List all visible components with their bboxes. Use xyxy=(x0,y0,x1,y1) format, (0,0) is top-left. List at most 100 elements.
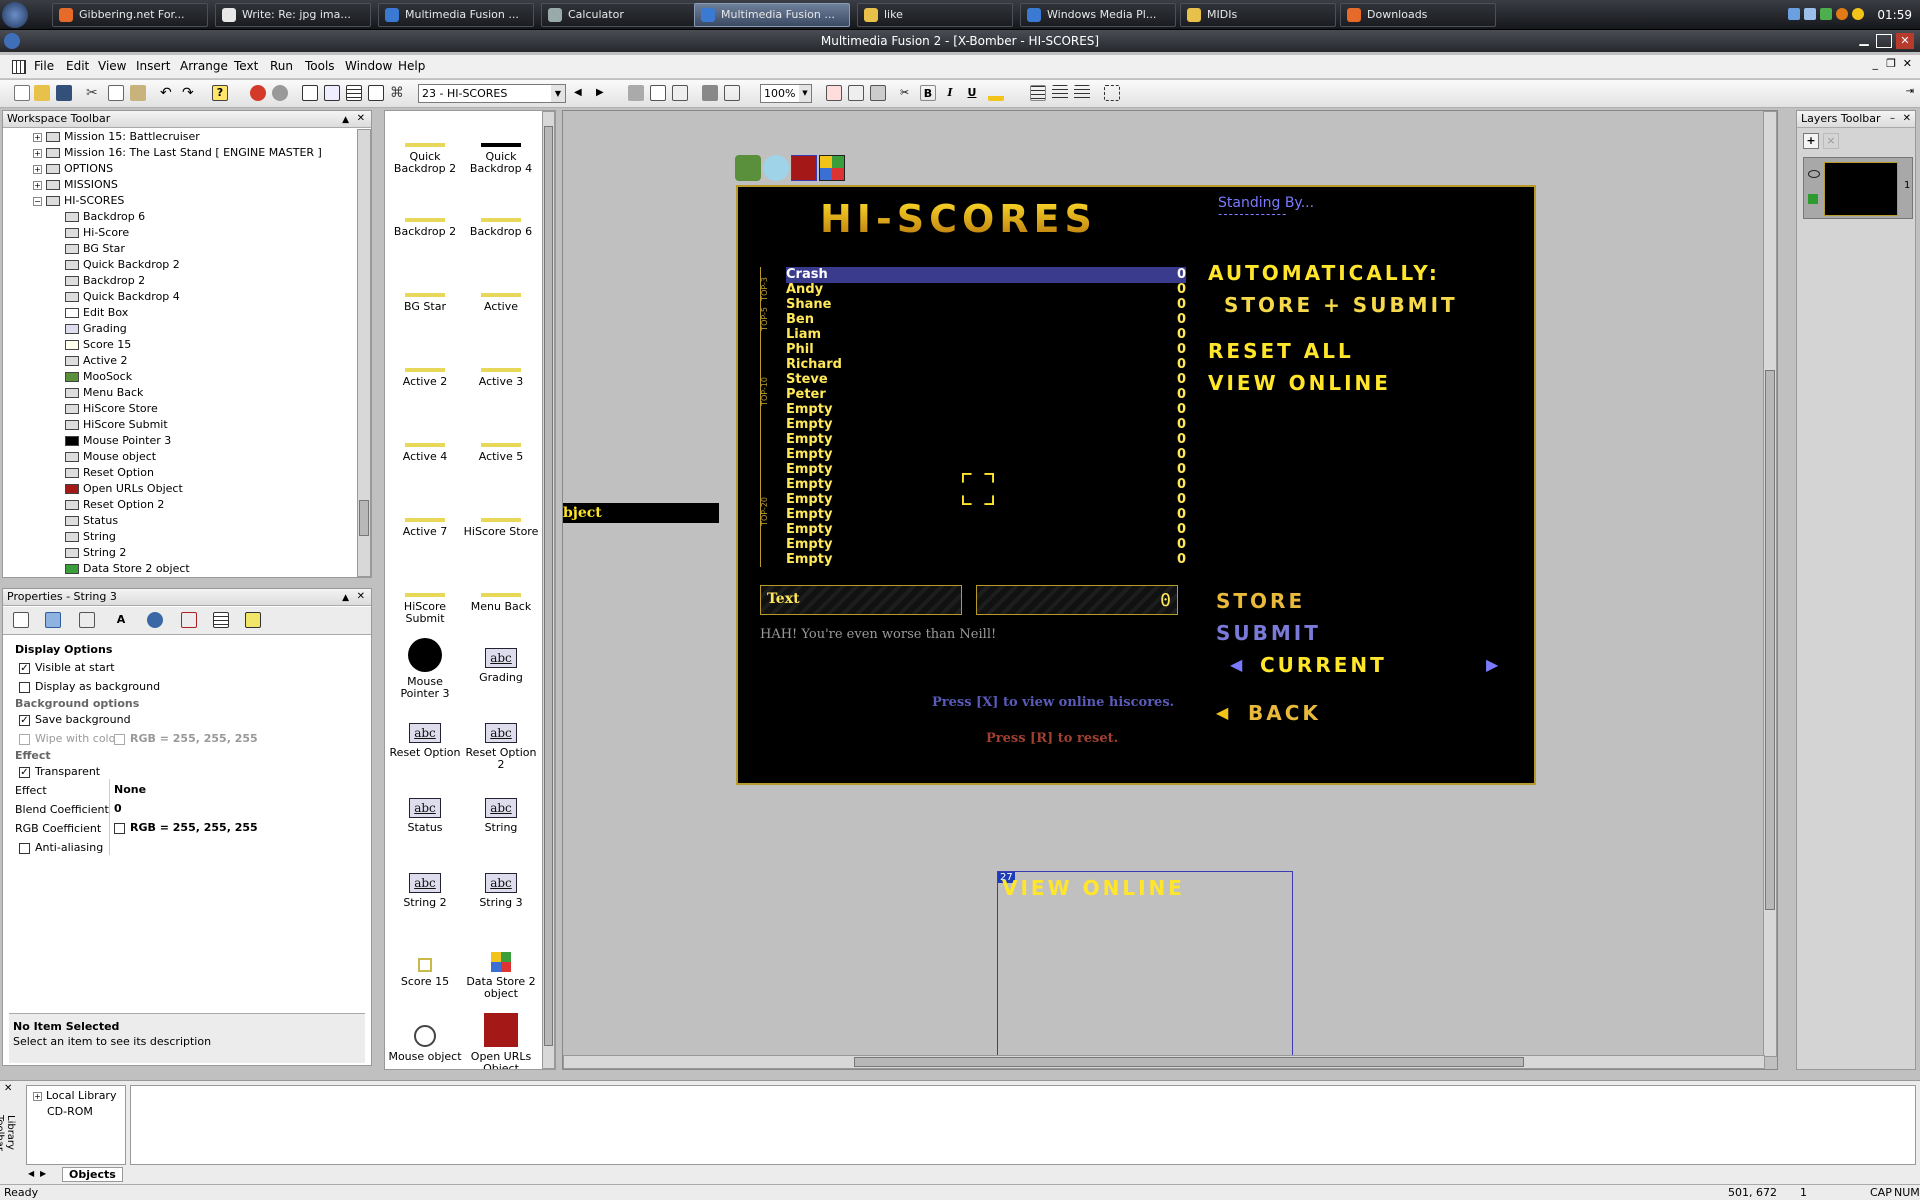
zoom-select[interactable]: 100% ▼ xyxy=(760,84,812,103)
tab-next-icon[interactable]: ▶ xyxy=(40,1169,46,1178)
store-button[interactable]: STORE xyxy=(1216,589,1305,613)
editor-vscroll[interactable] xyxy=(1763,111,1777,1057)
layout-icon[interactable] xyxy=(628,85,644,101)
name-edit-box[interactable]: Text xyxy=(760,585,962,615)
editor-hscroll[interactable] xyxy=(563,1055,1765,1069)
palette-object[interactable]: abc Reset Option xyxy=(387,713,463,759)
align-right-icon[interactable] xyxy=(1074,85,1090,101)
palette-object[interactable]: abc Grading xyxy=(463,638,539,684)
align-left-icon[interactable] xyxy=(1030,85,1046,101)
mouse-icon[interactable] xyxy=(763,155,789,181)
tree-object-item[interactable]: Quick Backdrop 4 xyxy=(65,289,180,305)
close-icon[interactable]: ✕ xyxy=(357,111,365,127)
new-icon[interactable] xyxy=(14,85,30,101)
palette-scrollbar[interactable] xyxy=(542,111,555,1069)
bold-icon[interactable]: B xyxy=(920,85,936,101)
tree-object-item[interactable]: Reset Option 2 xyxy=(65,497,164,513)
network-icon[interactable] xyxy=(1788,8,1800,20)
toolbar-overflow-icon[interactable]: ⇥ xyxy=(1906,86,1914,97)
palette-object[interactable]: Active 7 xyxy=(387,488,463,538)
tree-object-item[interactable]: Mouse Pointer 3 xyxy=(65,433,171,449)
app-icon[interactable] xyxy=(4,33,20,49)
mdi-close-icon[interactable]: ✕ xyxy=(1903,57,1912,70)
scroll-thumb[interactable] xyxy=(1765,370,1775,910)
copy-icon[interactable] xyxy=(108,85,124,101)
checkbox-checked-icon[interactable]: ✓ xyxy=(19,714,30,726)
tree-object-item[interactable]: Quick Backdrop 2 xyxy=(65,257,180,273)
pin-icon[interactable]: ▲ xyxy=(342,112,349,128)
taskbar-tab[interactable]: Calculator xyxy=(541,3,697,27)
paste-icon[interactable] xyxy=(130,85,146,101)
visible-at-start[interactable]: ✓ Visible at start xyxy=(19,661,115,674)
store-submit-option[interactable]: STORE + SUBMIT xyxy=(1224,293,1458,317)
palette-object[interactable]: Quick Backdrop 4 xyxy=(463,113,539,175)
app-tray-icon[interactable] xyxy=(1836,8,1848,20)
palette-object[interactable]: Mouse Pointer 3 xyxy=(387,638,463,700)
menu-text[interactable]: Text xyxy=(234,59,258,73)
add-layer-icon[interactable]: + xyxy=(1803,133,1819,149)
start-orb[interactable] xyxy=(2,2,28,28)
palette-object[interactable]: abc Reset Option 2 xyxy=(463,713,539,771)
expand-icon[interactable]: + xyxy=(33,148,42,158)
record-icon[interactable] xyxy=(272,85,288,101)
minimize-icon[interactable]: ▁ xyxy=(1856,33,1872,48)
events-tab-icon[interactable] xyxy=(213,612,229,628)
taskbar-tab[interactable]: MIDIs xyxy=(1180,3,1336,27)
taskbar-tab[interactable]: Multimedia Fusion ... xyxy=(694,3,850,27)
palette-object[interactable]: Score 15 xyxy=(387,938,463,988)
score-range-tab[interactable]: TOP-5 xyxy=(760,307,774,331)
tree-object-item[interactable]: Grading xyxy=(65,321,127,337)
wipe-with-color[interactable]: Wipe with colo xyxy=(19,732,115,745)
film-icon[interactable] xyxy=(724,85,740,101)
about-tab-icon[interactable] xyxy=(245,612,261,628)
cut-icon[interactable]: ✂ xyxy=(86,85,102,101)
close-icon[interactable]: ✕ xyxy=(1896,33,1914,49)
palette-object[interactable]: Active xyxy=(463,263,539,313)
fill-icon[interactable] xyxy=(702,85,718,101)
palette-object[interactable]: HiScore Store xyxy=(463,488,539,538)
display-tab-icon[interactable] xyxy=(45,612,61,628)
tree-object-item[interactable]: Open URLs Object xyxy=(65,481,183,497)
expand-icon[interactable]: + xyxy=(33,132,42,142)
palette-object[interactable]: abc String 3 xyxy=(463,863,539,909)
select-icon[interactable] xyxy=(672,85,688,101)
next-arrow-icon[interactable]: ▶ xyxy=(1486,655,1498,674)
frame-select[interactable]: 23 - HI-SCORES ▼ xyxy=(418,84,566,103)
menu-window[interactable]: Window xyxy=(345,59,392,73)
tree-object-item[interactable]: Backdrop 6 xyxy=(65,209,145,225)
mdi-restore-icon[interactable]: ❐ xyxy=(1886,57,1896,70)
data-store-icon[interactable] xyxy=(819,155,845,181)
palette-object[interactable]: Backdrop 6 xyxy=(463,188,539,238)
tree-object-item[interactable]: Score 15 xyxy=(65,337,131,353)
pin-icon[interactable]: – xyxy=(1890,111,1895,127)
values-tab-icon[interactable] xyxy=(181,612,197,628)
next-frame-icon[interactable]: ▶ xyxy=(596,85,612,101)
tree-object-item[interactable]: String 2 xyxy=(65,545,126,561)
text-color-icon[interactable] xyxy=(988,85,1004,101)
display-as-background[interactable]: Display as background xyxy=(19,680,160,693)
chevron-down-icon[interactable]: ▼ xyxy=(799,85,811,102)
offscreen-object[interactable]: bject xyxy=(563,503,719,523)
tree-object-item[interactable]: Status xyxy=(65,513,118,529)
color-swatch-icon[interactable] xyxy=(114,733,125,745)
fit-icon[interactable] xyxy=(1104,85,1120,101)
align-center-icon[interactable] xyxy=(1052,85,1068,101)
anti-aliasing[interactable]: Anti-aliasing xyxy=(19,841,103,854)
palette-object[interactable]: BG Star xyxy=(387,263,463,313)
blend-value[interactable]: 0 xyxy=(114,802,122,815)
checkbox-checked-icon[interactable]: ✓ xyxy=(19,766,30,778)
tab-prev-icon[interactable]: ◀ xyxy=(28,1169,34,1178)
checkbox-icon[interactable] xyxy=(19,733,30,745)
frame-editor[interactable]: bject HI-SCORES Standing By... ---------… xyxy=(562,110,1778,1070)
score-range-tab[interactable]: TOP-3 xyxy=(760,277,774,301)
score-range-tab[interactable]: TOP-10 xyxy=(760,377,774,406)
expand-icon[interactable]: + xyxy=(33,180,42,190)
tree-object-item[interactable]: HiScore Store xyxy=(65,401,158,417)
help-icon[interactable]: ? xyxy=(212,85,228,101)
local-library-item[interactable]: + Local Library xyxy=(33,1089,116,1102)
save-background[interactable]: ✓ Save background xyxy=(19,713,131,726)
prev-frame-icon[interactable]: ◀ xyxy=(574,85,590,101)
mdi-minimize-icon[interactable]: _ xyxy=(1873,57,1879,70)
tree-frame-item[interactable]: + Mission 16: The Last Stand [ ENGINE MAS… xyxy=(33,145,322,161)
data-elements-icon[interactable]: ⌘ xyxy=(390,85,406,101)
